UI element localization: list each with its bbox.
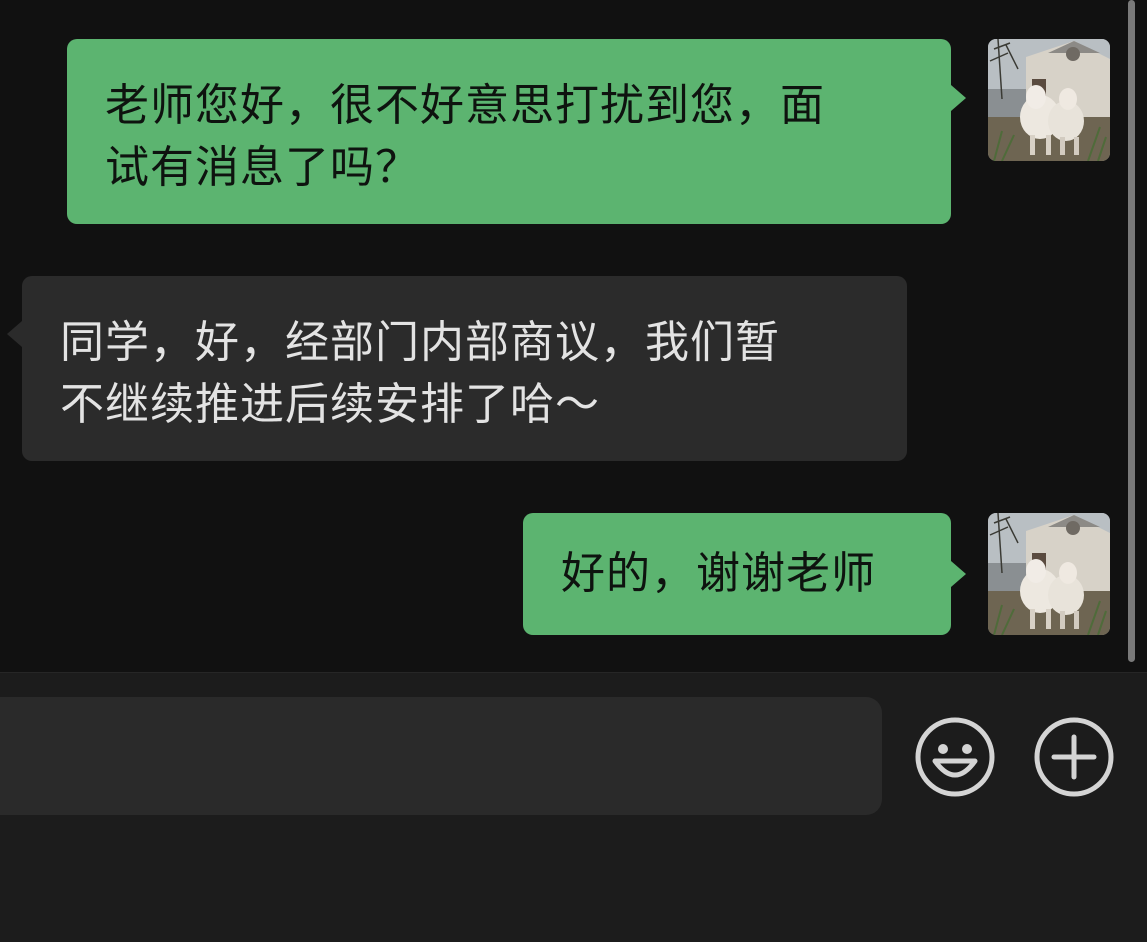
message-text-line: 老师您好，很不好意思打扰到您，面: [105, 80, 825, 131]
message-row-outgoing: 老师您好，很不好意思打扰到您，面 试有消息了吗？: [0, 0, 1147, 240]
message-input[interactable]: [0, 697, 882, 815]
lambs-photo-icon: [988, 513, 1110, 635]
lambs-photo-icon: [988, 39, 1110, 161]
bubble-tail: [951, 561, 966, 587]
message-text-line: 好的，谢谢老师: [561, 548, 876, 599]
more-button[interactable]: [1034, 717, 1114, 797]
message-text-line: 同学，好，经部门内部商议，我们暂: [60, 317, 780, 368]
bubble-tail: [7, 321, 22, 347]
message-text-line: 不继续推进后续安排了哈～: [60, 379, 600, 430]
input-toolbar: [0, 672, 1147, 942]
avatar-self[interactable]: [988, 513, 1110, 635]
smiley-face-icon: [915, 717, 995, 797]
message-list[interactable]: 老师您好，很不好意思打扰到您，面 试有消息了吗？ 同学，好，经部门内部商议，我们…: [0, 0, 1147, 672]
message-text-line: 试有消息了吗？: [105, 142, 420, 193]
plus-circle-icon: [1034, 717, 1114, 797]
avatar-self[interactable]: [988, 39, 1110, 161]
bubble-tail: [951, 85, 966, 111]
message-row-incoming: 同学，好，经部门内部商议，我们暂 不继续推进后续安排了哈～: [0, 260, 1147, 480]
message-row-outgoing: 好的，谢谢老师: [0, 500, 1147, 650]
chat-screen: 老师您好，很不好意思打扰到您，面 试有消息了吗？ 同学，好，经部门内部商议，我们…: [0, 0, 1147, 942]
message-bubble-outgoing[interactable]: 好的，谢谢老师: [523, 513, 951, 635]
message-bubble-incoming[interactable]: 同学，好，经部门内部商议，我们暂 不继续推进后续安排了哈～: [22, 276, 907, 461]
message-bubble-outgoing[interactable]: 老师您好，很不好意思打扰到您，面 试有消息了吗？: [67, 39, 951, 224]
emoji-button[interactable]: [915, 717, 995, 797]
scrollbar[interactable]: [1128, 0, 1135, 662]
